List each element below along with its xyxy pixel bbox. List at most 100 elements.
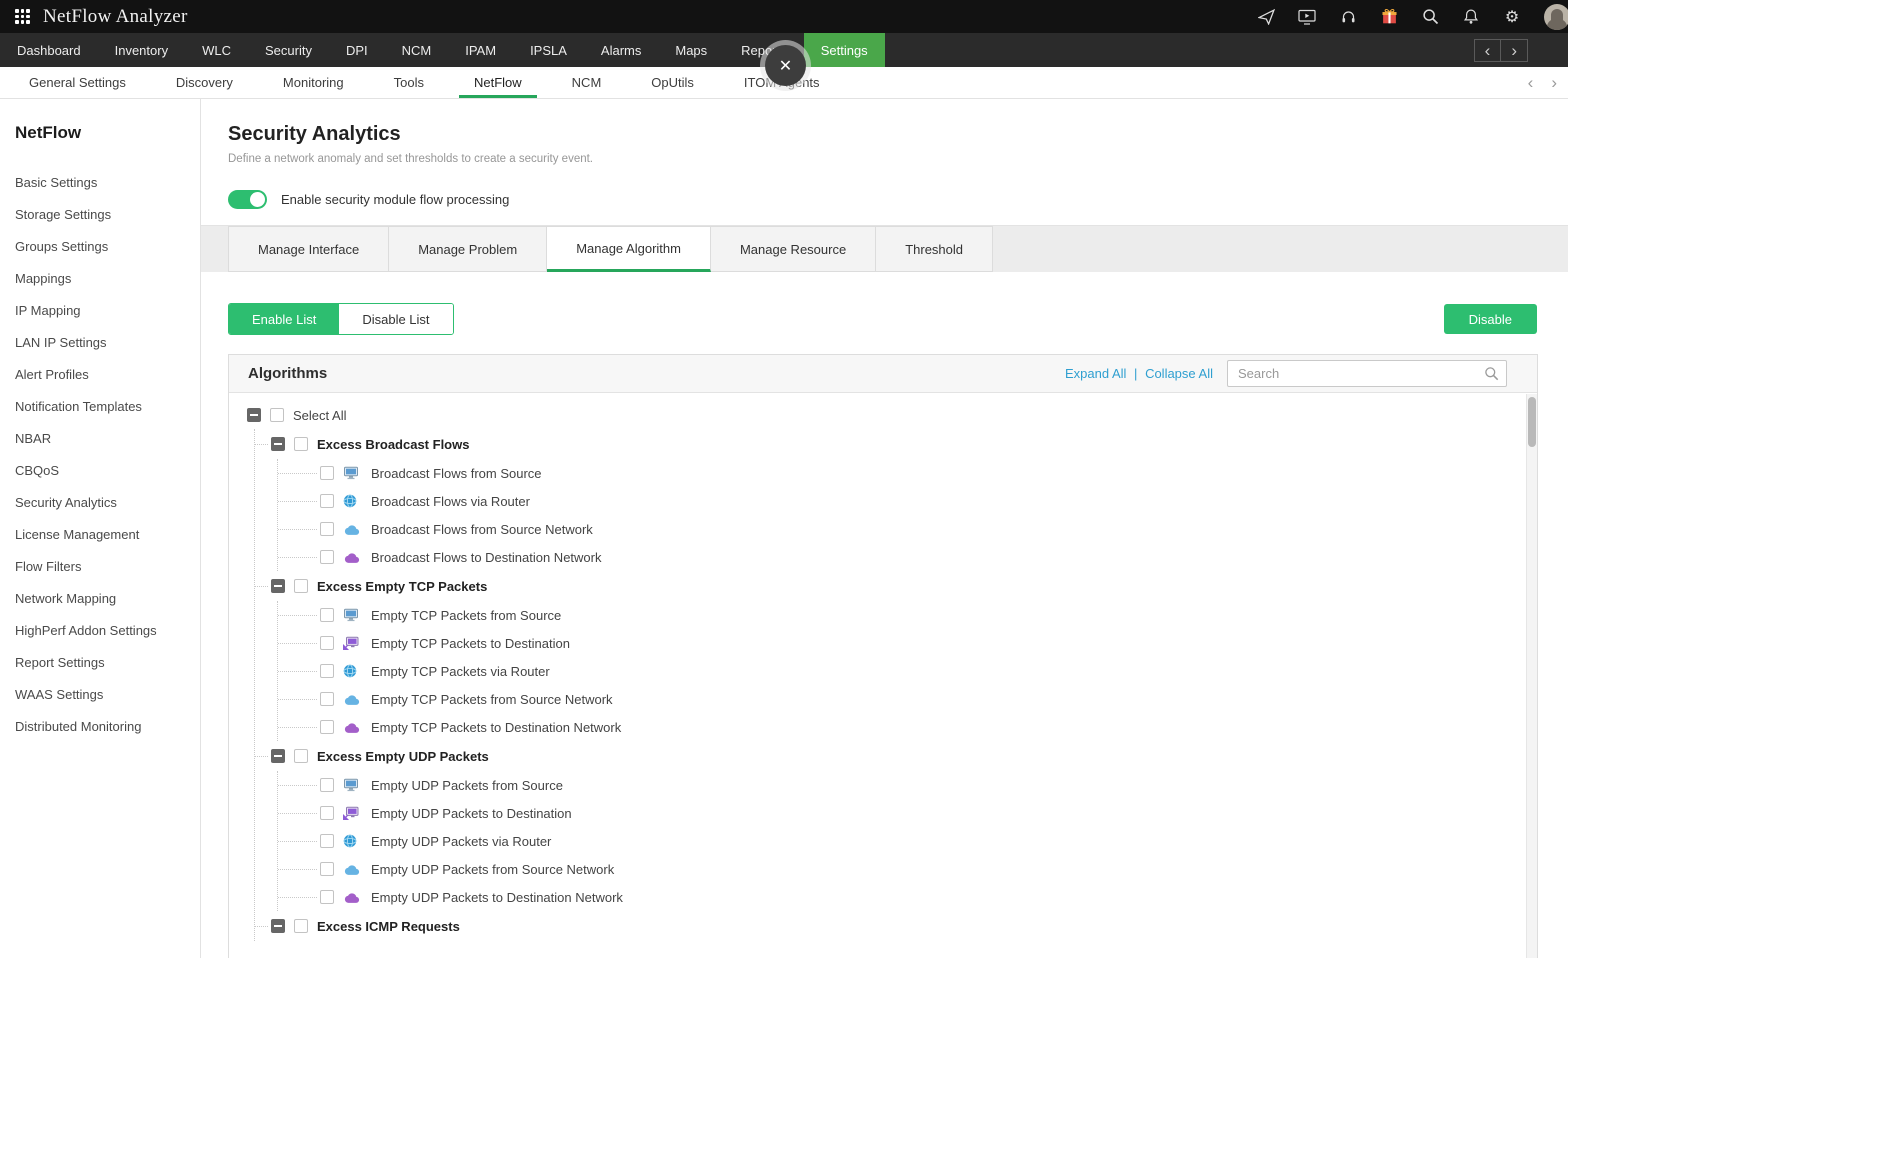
sidebar-item-storage-settings[interactable]: Storage Settings xyxy=(15,207,200,222)
algorithm-checkbox[interactable] xyxy=(320,466,334,480)
algorithms-search-input[interactable] xyxy=(1227,360,1507,387)
select-all-collapse-toggle[interactable] xyxy=(247,408,261,422)
group-label: Excess Broadcast Flows xyxy=(317,436,470,452)
security-module-toggle[interactable] xyxy=(228,190,267,209)
subnav-item-tools[interactable]: Tools xyxy=(369,67,449,98)
sidebar-item-network-mapping[interactable]: Network Mapping xyxy=(15,591,200,606)
algorithm-checkbox[interactable] xyxy=(320,494,334,508)
algorithm-checkbox[interactable] xyxy=(320,862,334,876)
gift-icon[interactable] xyxy=(1380,8,1398,26)
tab-manage-interface[interactable]: Manage Interface xyxy=(228,226,390,272)
select-all-checkbox[interactable] xyxy=(270,408,284,422)
nav-item-security[interactable]: Security xyxy=(248,33,329,67)
subnav-back-icon[interactable]: ‹ xyxy=(1519,73,1543,93)
nav-item-dashboard[interactable]: Dashboard xyxy=(0,33,98,67)
links-separator: | xyxy=(1134,366,1138,381)
tab-manage-problem[interactable]: Manage Problem xyxy=(389,226,548,272)
group-collapse-toggle[interactable] xyxy=(271,919,285,933)
sidebar-item-waas-settings[interactable]: WAAS Settings xyxy=(15,687,200,702)
headset-icon[interactable] xyxy=(1339,8,1357,26)
group-checkbox[interactable] xyxy=(294,919,308,933)
nav-item-inventory[interactable]: Inventory xyxy=(98,33,185,67)
sidebar-item-report-settings[interactable]: Report Settings xyxy=(15,655,200,670)
algorithm-checkbox[interactable] xyxy=(320,608,334,622)
algorithm-checkbox[interactable] xyxy=(320,720,334,734)
sidebar-item-mappings[interactable]: Mappings xyxy=(15,271,200,286)
tab-manage-algorithm[interactable]: Manage Algorithm xyxy=(547,226,711,272)
group-collapse-toggle[interactable] xyxy=(271,749,285,763)
sidebar-item-license-management[interactable]: License Management xyxy=(15,527,200,542)
send-icon[interactable] xyxy=(1257,8,1275,26)
subnav-item-monitoring[interactable]: Monitoring xyxy=(258,67,369,98)
nav-item-ncm[interactable]: NCM xyxy=(385,33,449,67)
user-avatar[interactable] xyxy=(1544,3,1568,30)
sidebar-item-ip-mapping[interactable]: IP Mapping xyxy=(15,303,200,318)
panel-links: Expand All | Collapse All xyxy=(1065,366,1213,381)
host-source-icon xyxy=(343,608,362,622)
sidebar-item-nbar[interactable]: NBAR xyxy=(15,431,200,446)
nav-item-maps[interactable]: Maps xyxy=(658,33,724,67)
app-window: NetFlow Analyzer ⚙ Dashboard Inventory W… xyxy=(0,0,1568,958)
tab-threshold[interactable]: Threshold xyxy=(876,226,994,272)
host-destination-icon xyxy=(343,636,362,650)
bell-icon[interactable] xyxy=(1462,8,1480,26)
enable-list-button[interactable]: Enable List xyxy=(229,304,340,334)
nav-item-alarms[interactable]: Alarms xyxy=(584,33,658,67)
subnav-item-netflow[interactable]: NetFlow xyxy=(449,67,547,98)
tree-scrollbar[interactable] xyxy=(1526,394,1537,958)
tree-scrollbar-thumb[interactable] xyxy=(1528,397,1536,447)
expand-all-link[interactable]: Expand All xyxy=(1065,366,1126,381)
group-checkbox[interactable] xyxy=(294,749,308,763)
subnav-item-discovery[interactable]: Discovery xyxy=(151,67,258,98)
sidebar-item-highperf-addon-settings[interactable]: HighPerf Addon Settings xyxy=(15,623,200,638)
algorithm-checkbox[interactable] xyxy=(320,636,334,650)
algorithm-checkbox[interactable] xyxy=(320,890,334,904)
subnav-item-oputils[interactable]: OpUtils xyxy=(626,67,719,98)
sidebar-item-basic-settings[interactable]: Basic Settings xyxy=(15,175,200,190)
group-checkbox[interactable] xyxy=(294,437,308,451)
sidebar-item-distributed-monitoring[interactable]: Distributed Monitoring xyxy=(15,719,200,734)
sidebar-item-flow-filters[interactable]: Flow Filters xyxy=(15,559,200,574)
algorithms-tree: Select All Excess Broadcast Flows Broadcas… xyxy=(229,393,1537,958)
algorithm-checkbox[interactable] xyxy=(320,778,334,792)
algorithm-row-empty-tcp-packets-to-destination: Empty TCP Packets to Destination xyxy=(278,629,1537,657)
sidebar-item-lan-ip-settings[interactable]: LAN IP Settings xyxy=(15,335,200,350)
subnav-forward-icon[interactable]: › xyxy=(1542,73,1566,93)
algorithm-checkbox[interactable] xyxy=(320,550,334,564)
gear-icon[interactable]: ⚙ xyxy=(1503,8,1521,26)
nav-item-ipam[interactable]: IPAM xyxy=(448,33,513,67)
nav-item-dpi[interactable]: DPI xyxy=(329,33,385,67)
nav-forward-icon[interactable]: › xyxy=(1501,38,1528,62)
disable-button[interactable]: Disable xyxy=(1443,304,1537,334)
algorithm-label: Broadcast Flows from Source Network xyxy=(371,521,593,537)
nav-item-ipsla[interactable]: IPSLA xyxy=(513,33,584,67)
algorithm-checkbox[interactable] xyxy=(320,806,334,820)
nav-back-icon[interactable]: ‹ xyxy=(1473,38,1502,62)
group-collapse-toggle[interactable] xyxy=(271,437,285,451)
subnav-item-ncm[interactable]: NCM xyxy=(547,67,627,98)
algorithm-checkbox[interactable] xyxy=(320,664,334,678)
group-checkbox[interactable] xyxy=(294,579,308,593)
nav-item-wlc[interactable]: WLC xyxy=(185,33,248,67)
algorithm-checkbox[interactable] xyxy=(320,522,334,536)
search-icon[interactable] xyxy=(1421,8,1439,26)
algorithm-checkbox[interactable] xyxy=(320,692,334,706)
tab-manage-resource[interactable]: Manage Resource xyxy=(710,226,877,272)
group-collapse-toggle[interactable] xyxy=(271,579,285,593)
destination-network-cloud-icon xyxy=(343,721,362,734)
algorithm-checkbox[interactable] xyxy=(320,834,334,848)
nav-item-settings[interactable]: Settings xyxy=(803,33,885,67)
screen-share-icon[interactable] xyxy=(1298,8,1316,26)
disable-list-button[interactable]: Disable List xyxy=(339,304,453,334)
collapse-all-link[interactable]: Collapse All xyxy=(1145,366,1213,381)
sidebar-item-security-analytics[interactable]: Security Analytics xyxy=(15,495,200,510)
apps-grid-icon[interactable] xyxy=(15,9,30,24)
topbar-icons: ⚙ xyxy=(1257,3,1568,30)
sidebar-item-groups-settings[interactable]: Groups Settings xyxy=(15,239,200,254)
sidebar-item-alert-profiles[interactable]: Alert Profiles xyxy=(15,367,200,382)
sidebar-item-cbqos[interactable]: CBQoS xyxy=(15,463,200,478)
host-destination-icon xyxy=(343,806,362,820)
close-settings-button[interactable]: ✕ xyxy=(765,45,806,86)
sidebar-item-notification-templates[interactable]: Notification Templates xyxy=(15,399,200,414)
subnav-item-general-settings[interactable]: General Settings xyxy=(4,67,151,98)
